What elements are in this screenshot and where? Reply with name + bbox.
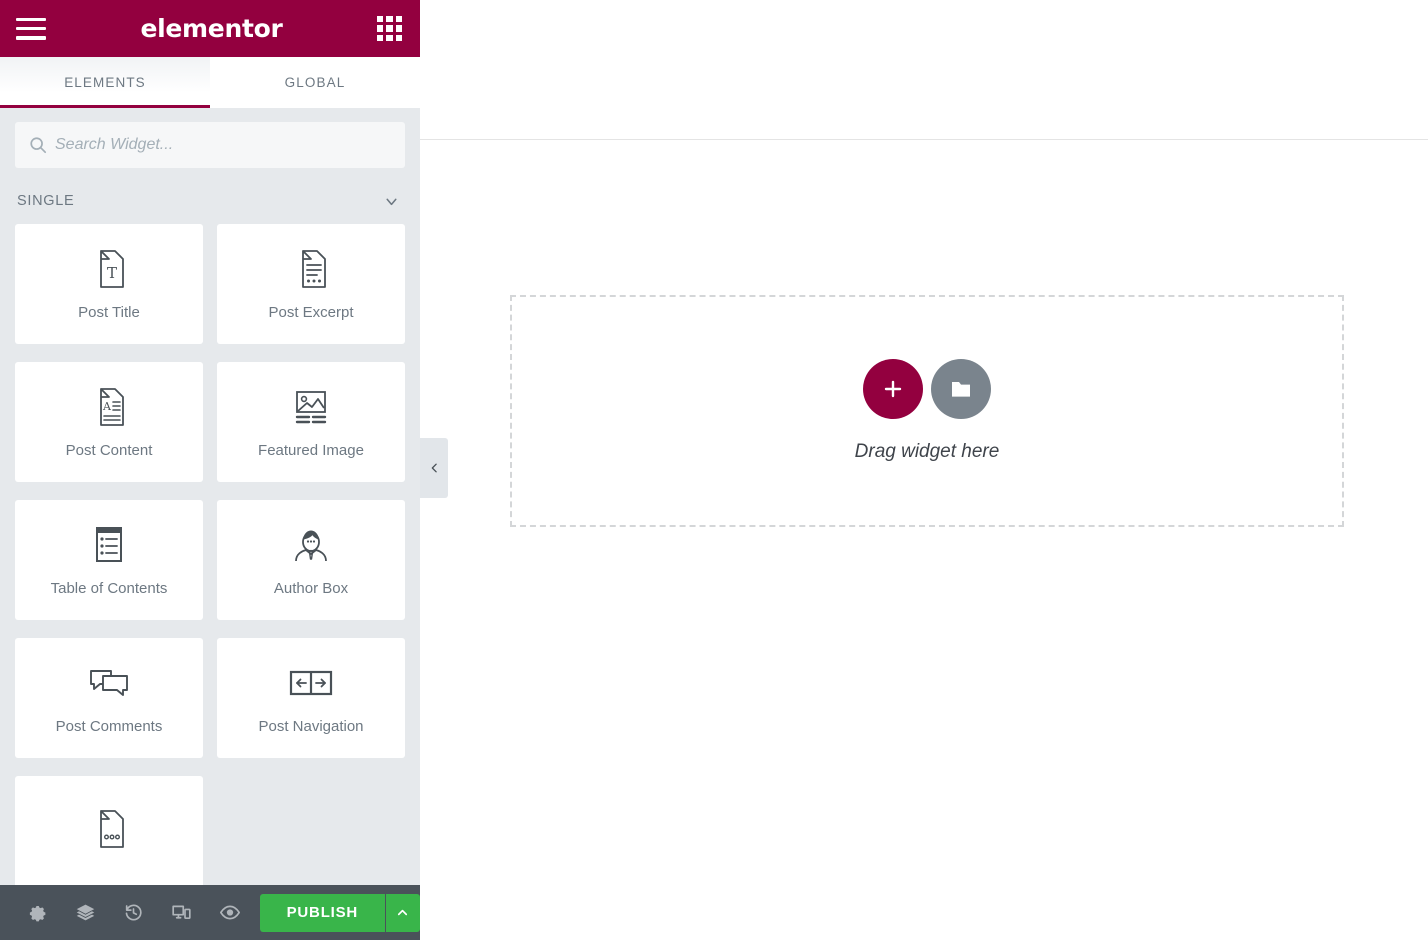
chevron-left-icon [431, 463, 437, 473]
elementor-editor: elementor ELEMENTS GLOBAL SINGLE [0, 0, 1428, 940]
history-icon[interactable] [110, 885, 158, 940]
editor-panel: elementor ELEMENTS GLOBAL SINGLE [0, 0, 448, 940]
publish-button[interactable]: PUBLISH [259, 893, 385, 932]
elementor-logo: elementor [140, 14, 283, 43]
grid-apps-icon[interactable] [376, 16, 402, 41]
widget-label: Post Comments [55, 717, 163, 735]
widget-label: Post Content [65, 441, 153, 459]
widget-label: Post Navigation [258, 717, 364, 735]
widget-label: Post Excerpt [268, 303, 354, 321]
svg-text:A: A [102, 400, 112, 413]
drop-zone-buttons [863, 359, 991, 419]
widget-card-post-content[interactable]: A Post Content [15, 362, 203, 482]
editor-canvas[interactable]: Drag widget here [420, 0, 1428, 940]
post-title-icon: T [91, 248, 127, 290]
widget-label: Author Box [273, 579, 349, 597]
widget-label: Table of Contents [50, 579, 168, 597]
hamburger-menu-icon[interactable] [16, 17, 46, 40]
canvas-top-section [420, 0, 1428, 140]
tab-global[interactable]: GLOBAL [210, 57, 420, 108]
widget-card-post-navigation[interactable]: Post Navigation [217, 638, 405, 758]
widget-card-author-box[interactable]: Author Box [217, 500, 405, 620]
widget-grid: T Post Title Post Excerpt A Post Content… [15, 224, 405, 885]
eye-icon[interactable] [206, 885, 254, 940]
search-icon [30, 137, 47, 154]
plus-icon [884, 380, 902, 398]
svg-text:T: T [107, 264, 117, 282]
canvas-content-area: Drag widget here [420, 140, 1428, 940]
post-info-icon [91, 808, 127, 850]
author-box-icon [290, 524, 332, 566]
widget-label: Post Title [78, 303, 140, 321]
post-content-icon: A [91, 386, 127, 428]
table-of-contents-icon [90, 524, 128, 566]
layers-icon[interactable] [62, 885, 110, 940]
widget-list-scroll[interactable]: T Post Title Post Excerpt A Post Content… [0, 224, 420, 885]
add-template-button[interactable] [931, 359, 991, 419]
publish-button-group: PUBLISH [259, 893, 421, 932]
add-new-section-button[interactable] [863, 359, 923, 419]
drop-zone-label: Drag widget here [854, 441, 1000, 462]
widget-label: Featured Image [258, 441, 364, 459]
panel-collapse-handle[interactable] [420, 438, 448, 498]
widget-card-table-of-contents[interactable]: Table of Contents [15, 500, 203, 620]
search-widget-box[interactable] [15, 122, 405, 168]
panel-footer-toolbar: PUBLISH [0, 885, 421, 940]
folder-icon [952, 382, 970, 397]
widget-card-featured-image[interactable]: Featured Image [217, 362, 405, 482]
post-navigation-icon [288, 662, 334, 704]
settings-icon[interactable] [14, 885, 62, 940]
post-comments-icon [87, 662, 131, 704]
search-input[interactable] [55, 136, 391, 154]
section-header-single[interactable]: SINGLE [0, 178, 420, 224]
section-title: SINGLE [17, 193, 75, 209]
panel-tabs: ELEMENTS GLOBAL [0, 57, 420, 109]
panel-header: elementor [0, 0, 420, 57]
tab-elements[interactable]: ELEMENTS [0, 57, 210, 108]
widget-card-post-title[interactable]: T Post Title [15, 224, 203, 344]
widget-card-post-comments[interactable]: Post Comments [15, 638, 203, 758]
publish-options-chevron-up-icon[interactable] [384, 893, 421, 932]
drop-widget-area[interactable]: Drag widget here [510, 295, 1344, 527]
widget-card-post-excerpt[interactable]: Post Excerpt [217, 224, 405, 344]
featured-image-icon [291, 386, 331, 428]
post-excerpt-icon [293, 248, 329, 290]
search-section [0, 109, 420, 178]
chevron-down-icon[interactable] [383, 193, 400, 210]
responsive-icon[interactable] [158, 885, 206, 940]
widget-card-post-info[interactable] [15, 776, 203, 885]
